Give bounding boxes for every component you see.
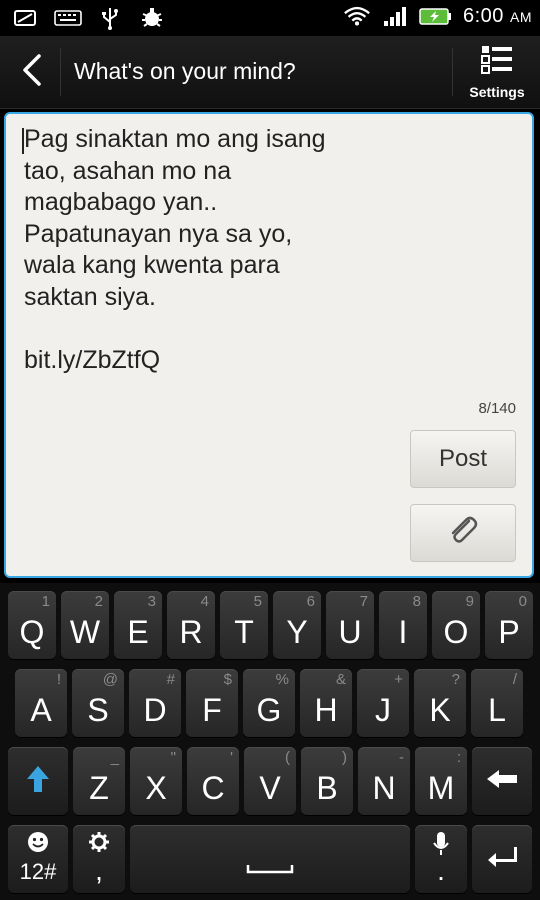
key-l[interactable]: / L (471, 669, 523, 737)
settings-button[interactable]: Settings (454, 36, 540, 108)
clock: 6:00 AM (463, 4, 532, 27)
key-o[interactable]: 9O (432, 591, 480, 659)
keyboard-icon (54, 6, 82, 30)
key-g[interactable]: % G (243, 669, 295, 737)
page-title: What's on your mind? (74, 58, 296, 84)
status-bar: 6:00 AM (0, 0, 540, 36)
backspace-arrow-icon (485, 768, 519, 795)
space-key[interactable] (130, 825, 410, 893)
key-a[interactable]: ! A (15, 669, 67, 737)
key-p[interactable]: 0P (485, 591, 533, 659)
enter-key[interactable] (472, 825, 532, 893)
debug-icon (138, 6, 166, 30)
shift-key[interactable] (8, 747, 68, 815)
key-r[interactable]: 4R (167, 591, 215, 659)
key-y[interactable]: 6Y (273, 591, 321, 659)
compose-area[interactable]: Pag sinaktan mo ang isang tao, asahan mo… (4, 112, 534, 578)
usb-icon (96, 6, 124, 30)
key-j[interactable]: + J (357, 669, 409, 737)
smiley-icon (27, 831, 49, 858)
keyboard: 1Q 2W 3E 4R 5T 6Y 7U 8I 9O 0P ! A @ S # D $… (0, 583, 540, 900)
space-bar-icon (246, 861, 294, 879)
paperclip-icon (445, 513, 481, 554)
key-b[interactable]: ) B (301, 747, 353, 815)
signal-icon (381, 4, 409, 28)
back-button[interactable] (8, 46, 54, 98)
key-f[interactable]: $ F (186, 669, 238, 737)
key-d[interactable]: # D (129, 669, 181, 737)
settings-list-icon (481, 45, 513, 80)
key-x[interactable]: " X (130, 747, 182, 815)
gear-icon (88, 831, 110, 858)
key-s[interactable]: @ S (72, 669, 124, 737)
key-c[interactable]: ' C (187, 747, 239, 815)
key-v[interactable]: (V (244, 747, 296, 815)
character-counter: 8/140 (478, 400, 516, 417)
message-text[interactable]: Pag sinaktan mo ang isang tao, asahan mo… (24, 124, 464, 376)
key-t[interactable]: 5T (220, 591, 268, 659)
battery-charging-icon (419, 4, 453, 28)
key-i[interactable]: 8I (379, 591, 427, 659)
wifi-icon (343, 4, 371, 28)
key-e[interactable]: 3E (114, 591, 162, 659)
backspace-key[interactable] (472, 747, 532, 815)
key-u[interactable]: 7U (326, 591, 374, 659)
sd-card-icon (12, 6, 40, 30)
key-h[interactable]: & H (300, 669, 352, 737)
divider (60, 48, 61, 96)
symbols-key[interactable]: 12# (8, 825, 68, 893)
key-q[interactable]: 1Q (8, 591, 56, 659)
key-n[interactable]: -N (358, 747, 410, 815)
post-button[interactable]: Post (410, 430, 516, 488)
period-key[interactable]: . (415, 825, 467, 893)
attach-button[interactable] (410, 504, 516, 562)
back-arrow-icon (19, 53, 43, 92)
divider (452, 48, 453, 96)
settings-label: Settings (469, 83, 525, 100)
key-m[interactable]: :M (415, 747, 467, 815)
comma-key[interactable]: , (73, 825, 125, 893)
key-z[interactable]: _ Z (73, 747, 125, 815)
shift-arrow-icon (25, 764, 51, 799)
enter-arrow-icon (486, 845, 518, 874)
action-bar: What's on your mind? Settings (0, 36, 540, 109)
key-k[interactable]: ? K (414, 669, 466, 737)
key-w[interactable]: 2W (61, 591, 109, 659)
